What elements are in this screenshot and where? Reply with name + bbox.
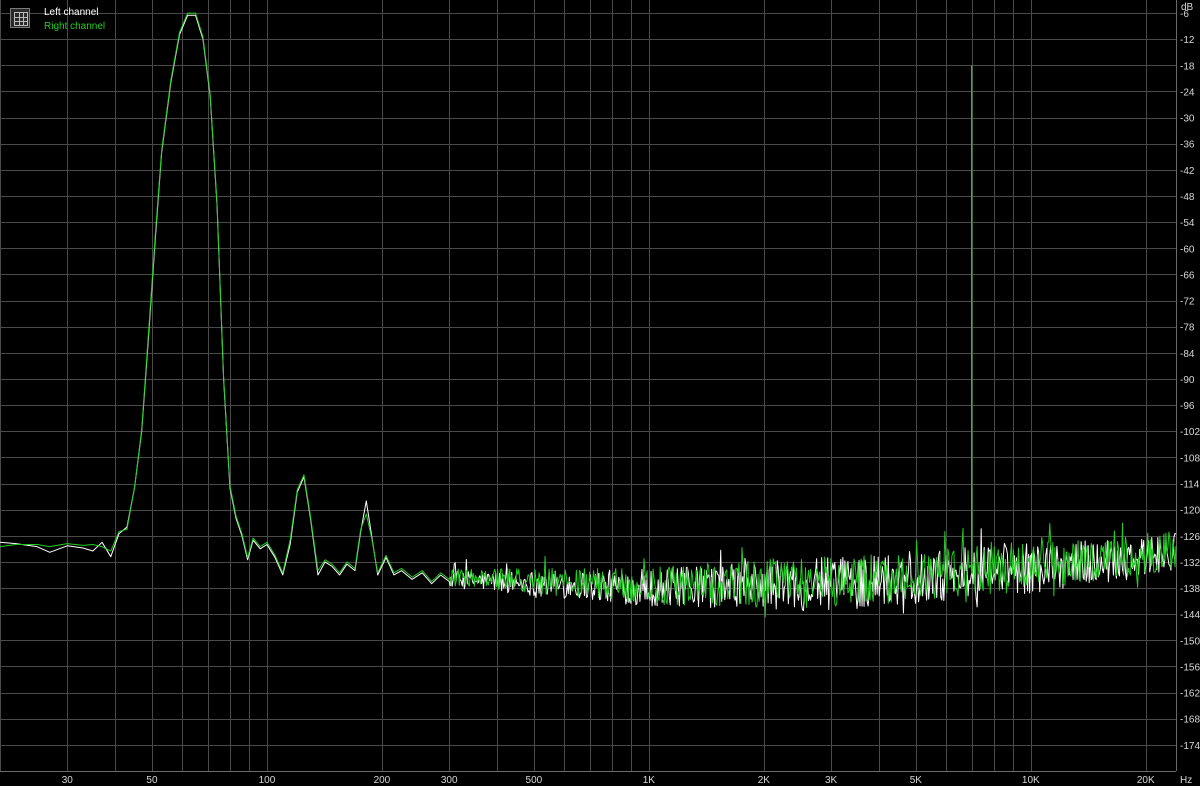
x-tick-label: 20K — [1137, 775, 1155, 786]
y-tick-label: -72 — [1180, 297, 1195, 308]
y-tick-label: -120 — [1180, 506, 1200, 517]
y-tick-label: -24 — [1180, 87, 1195, 98]
y-tick-label: -138 — [1180, 584, 1200, 595]
plot-background — [0, 0, 1200, 786]
y-tick-label: -90 — [1180, 375, 1195, 386]
y-tick-label: -96 — [1180, 401, 1195, 412]
y-tick-label: -162 — [1180, 689, 1200, 700]
y-tick-label: -78 — [1180, 323, 1195, 334]
x-tick-label: 10K — [1022, 775, 1040, 786]
y-tick-label: -150 — [1180, 636, 1200, 647]
y-tick-label: -108 — [1180, 453, 1200, 464]
x-tick-label: 100 — [259, 775, 276, 786]
y-tick-label: -60 — [1180, 244, 1195, 255]
y-tick-label: -174 — [1180, 741, 1200, 752]
grid-icon[interactable] — [10, 8, 30, 28]
x-tick-label: 2K — [758, 775, 771, 786]
y-tick-label: -156 — [1180, 662, 1200, 673]
x-tick-label: 500 — [526, 775, 543, 786]
x-tick-label: 1K — [643, 775, 656, 786]
y-tick-label: -12 — [1180, 35, 1195, 46]
x-tick-label: 3K — [825, 775, 838, 786]
x-tick-label: 50 — [146, 775, 158, 786]
y-tick-label: -132 — [1180, 558, 1200, 569]
y-tick-label: -42 — [1180, 166, 1195, 177]
y-tick-label: -36 — [1180, 140, 1195, 151]
x-tick-label: 30 — [62, 775, 74, 786]
y-tick-label: -168 — [1180, 715, 1200, 726]
y-tick-label: -18 — [1180, 61, 1195, 72]
legend-left-channel: Left channel — [44, 7, 99, 18]
y-tick-label: -126 — [1180, 532, 1200, 543]
x-tick-label: 300 — [441, 775, 458, 786]
y-tick-label: -48 — [1180, 192, 1195, 203]
x-tick-label: 5K — [910, 775, 923, 786]
y-tick-label: -114 — [1180, 480, 1200, 491]
legend-right-channel: Right channel — [44, 21, 106, 32]
x-tick-label: 200 — [374, 775, 391, 786]
spectrum-plot: dB-6-12-18-24-30-36-42-48-54-60-66-72-78… — [0, 0, 1200, 786]
y-tick-label: -66 — [1180, 270, 1195, 281]
y-tick-label: -84 — [1180, 349, 1195, 360]
x-axis-unit: Hz — [1180, 775, 1192, 786]
y-tick-label: -6 — [1180, 9, 1189, 20]
y-tick-label: -144 — [1180, 610, 1200, 621]
y-tick-label: -30 — [1180, 114, 1195, 125]
y-tick-label: -102 — [1180, 427, 1200, 438]
y-tick-label: -54 — [1180, 218, 1195, 229]
